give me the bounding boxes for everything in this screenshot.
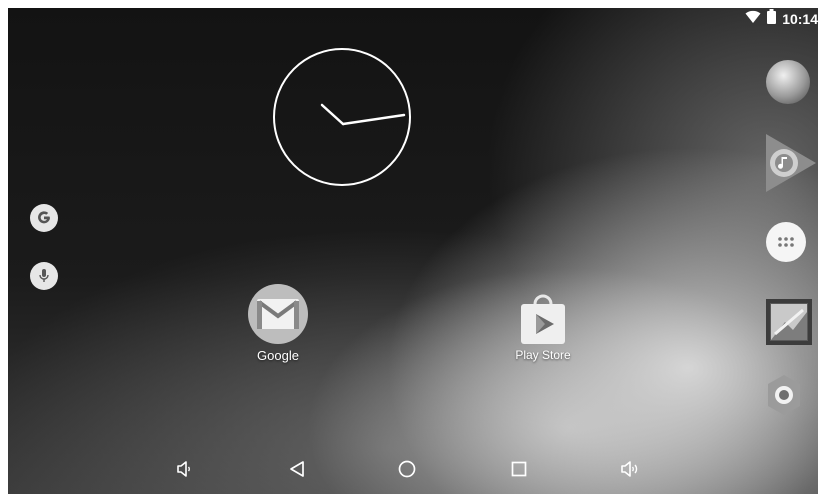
volume-down-button[interactable] — [171, 458, 197, 484]
status-time: 10:14 — [782, 11, 818, 27]
dock-play-music[interactable] — [764, 134, 816, 197]
back-icon — [288, 460, 306, 483]
gmail-folder-icon — [248, 284, 308, 344]
google-search-button[interactable] — [30, 204, 58, 232]
volume-up-icon — [620, 460, 640, 483]
dock-gallery[interactable] — [766, 299, 812, 345]
google-app-folder[interactable]: Google — [238, 284, 318, 363]
volume-up-button[interactable] — [617, 458, 643, 484]
navigation-bar — [8, 446, 818, 494]
voice-search-button[interactable] — [30, 262, 58, 290]
recents-button[interactable] — [506, 458, 532, 484]
play-store-label: Play Store — [515, 348, 571, 362]
dock-app-drawer[interactable] — [766, 222, 806, 262]
settings-icon — [762, 373, 806, 422]
clock-hour-hand — [320, 103, 345, 126]
recents-icon — [510, 460, 528, 483]
app-drawer-icon — [766, 222, 806, 262]
play-store-app[interactable]: Play Store — [503, 288, 583, 362]
play-store-icon — [515, 288, 571, 344]
google-search-icon — [30, 204, 58, 232]
google-app-label: Google — [257, 348, 299, 363]
gallery-icon — [766, 299, 812, 345]
status-bar: 10:14 — [745, 8, 818, 30]
browser-globe-icon — [766, 60, 810, 104]
clock-minute-hand — [341, 113, 406, 126]
home-icon — [398, 460, 416, 483]
volume-down-icon — [175, 460, 193, 483]
home-button[interactable] — [394, 458, 420, 484]
home-screen: 10:14 Google Play Store — [8, 8, 818, 494]
wifi-icon — [745, 10, 761, 29]
dock-settings[interactable] — [762, 373, 806, 422]
voice-search-icon — [30, 262, 58, 290]
dock-browser[interactable] — [766, 60, 810, 104]
play-music-icon — [764, 134, 816, 197]
back-button[interactable] — [284, 458, 310, 484]
battery-icon — [767, 9, 777, 29]
analog-clock-widget[interactable] — [273, 48, 411, 186]
